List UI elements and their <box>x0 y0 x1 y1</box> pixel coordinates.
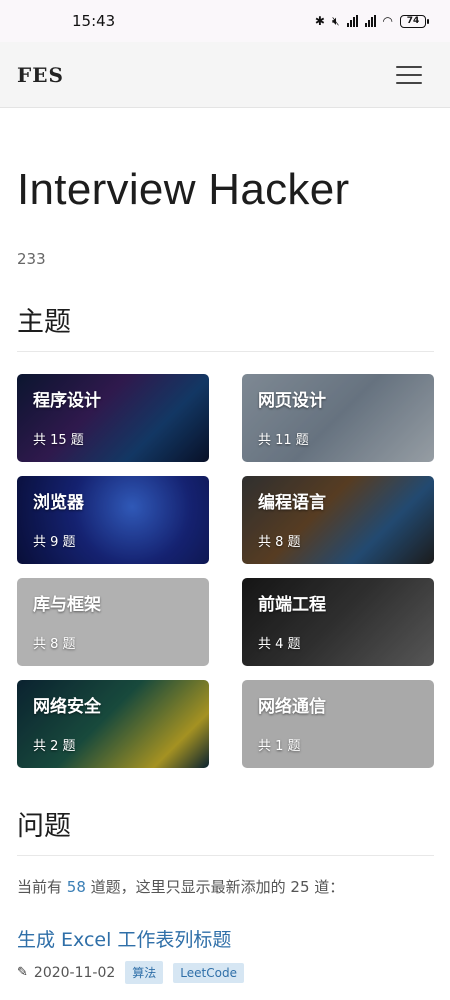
topic-name: 前端工程 <box>258 595 326 615</box>
signal-icon <box>346 15 358 27</box>
topic-count: 共 11 题 <box>258 433 309 448</box>
topic-count: 共 8 题 <box>33 637 76 652</box>
topic-name: 浏览器 <box>33 493 84 513</box>
page-subtitle: 233 <box>17 250 46 268</box>
topic-card-frontend-eng[interactable]: 前端工程 共 4 题 <box>242 578 434 666</box>
questions-heading: 问题 <box>17 804 434 856</box>
intro-prefix: 当前有 <box>17 878 67 896</box>
battery-icon: 74 <box>400 14 429 28</box>
tag-algorithm[interactable]: 算法 <box>125 961 164 984</box>
topic-name: 程序设计 <box>33 391 101 411</box>
battery-level: 74 <box>406 16 420 26</box>
topic-card-libraries[interactable]: 库与框架 共 8 题 <box>17 578 209 666</box>
topic-count: 共 9 题 <box>33 535 76 550</box>
questions-intro: 当前有 58 道题，这里只显示最新添加的 25 道： <box>17 876 434 897</box>
topic-count: 共 1 题 <box>258 739 301 754</box>
topic-name: 网页设计 <box>258 391 326 411</box>
topic-name: 网络通信 <box>258 697 326 717</box>
total-count-link[interactable]: 58 <box>67 878 86 896</box>
menu-icon[interactable] <box>396 65 422 84</box>
question-title-link[interactable]: 生成 Excel 工作表列标题 <box>17 925 434 952</box>
mute-icon: 🔇︎ <box>331 13 340 28</box>
topics-heading: 主题 <box>17 300 434 352</box>
question-date: 2020-11-02 <box>33 964 116 981</box>
topic-card-programming[interactable]: 程序设计 共 15 题 <box>17 374 209 462</box>
topic-name: 库与框架 <box>33 595 101 615</box>
topic-card-networking[interactable]: 网络通信 共 1 题 <box>242 680 434 768</box>
topic-count: 共 4 题 <box>258 637 301 652</box>
brand-logo[interactable]: FES <box>17 63 64 87</box>
topic-count: 共 2 题 <box>33 739 76 754</box>
status-time: 15:43 <box>72 12 116 30</box>
status-icons: ✱ 🔇︎ ◠ 74 <box>314 13 429 29</box>
topic-count: 共 15 题 <box>33 433 84 448</box>
topic-grid: 程序设计 共 15 题 网页设计 共 11 题 浏览器 共 9 题 编程语言 共… <box>17 374 434 768</box>
pencil-icon: ✎ <box>17 965 28 980</box>
navbar: FES <box>0 42 450 108</box>
wifi-icon: ◠ <box>382 14 393 28</box>
topic-name: 编程语言 <box>258 493 326 513</box>
status-bar: 15:43 ✱ 🔇︎ ◠ 74 <box>0 0 450 42</box>
topic-name: 网络安全 <box>33 697 101 717</box>
tag-leetcode[interactable]: LeetCode <box>173 962 244 983</box>
topic-card-browser[interactable]: 浏览器 共 9 题 <box>17 476 209 564</box>
question-meta: ✎ 2020-11-02 算法 LeetCode <box>17 961 434 984</box>
main-content: Interview Hacker 233 主题 程序设计 共 15 题 网页设计… <box>17 108 434 984</box>
intro-suffix: 道题，这里只显示最新添加的 25 道： <box>85 878 345 896</box>
signal-icon <box>364 15 376 27</box>
topic-card-web-design[interactable]: 网页设计 共 11 题 <box>242 374 434 462</box>
topic-card-languages[interactable]: 编程语言 共 8 题 <box>242 476 434 564</box>
bluetooth-icon: ✱ <box>314 14 325 28</box>
topic-card-security[interactable]: 网络安全 共 2 题 <box>17 680 209 768</box>
page-title: Interview Hacker <box>17 165 350 214</box>
topic-count: 共 8 题 <box>258 535 301 550</box>
